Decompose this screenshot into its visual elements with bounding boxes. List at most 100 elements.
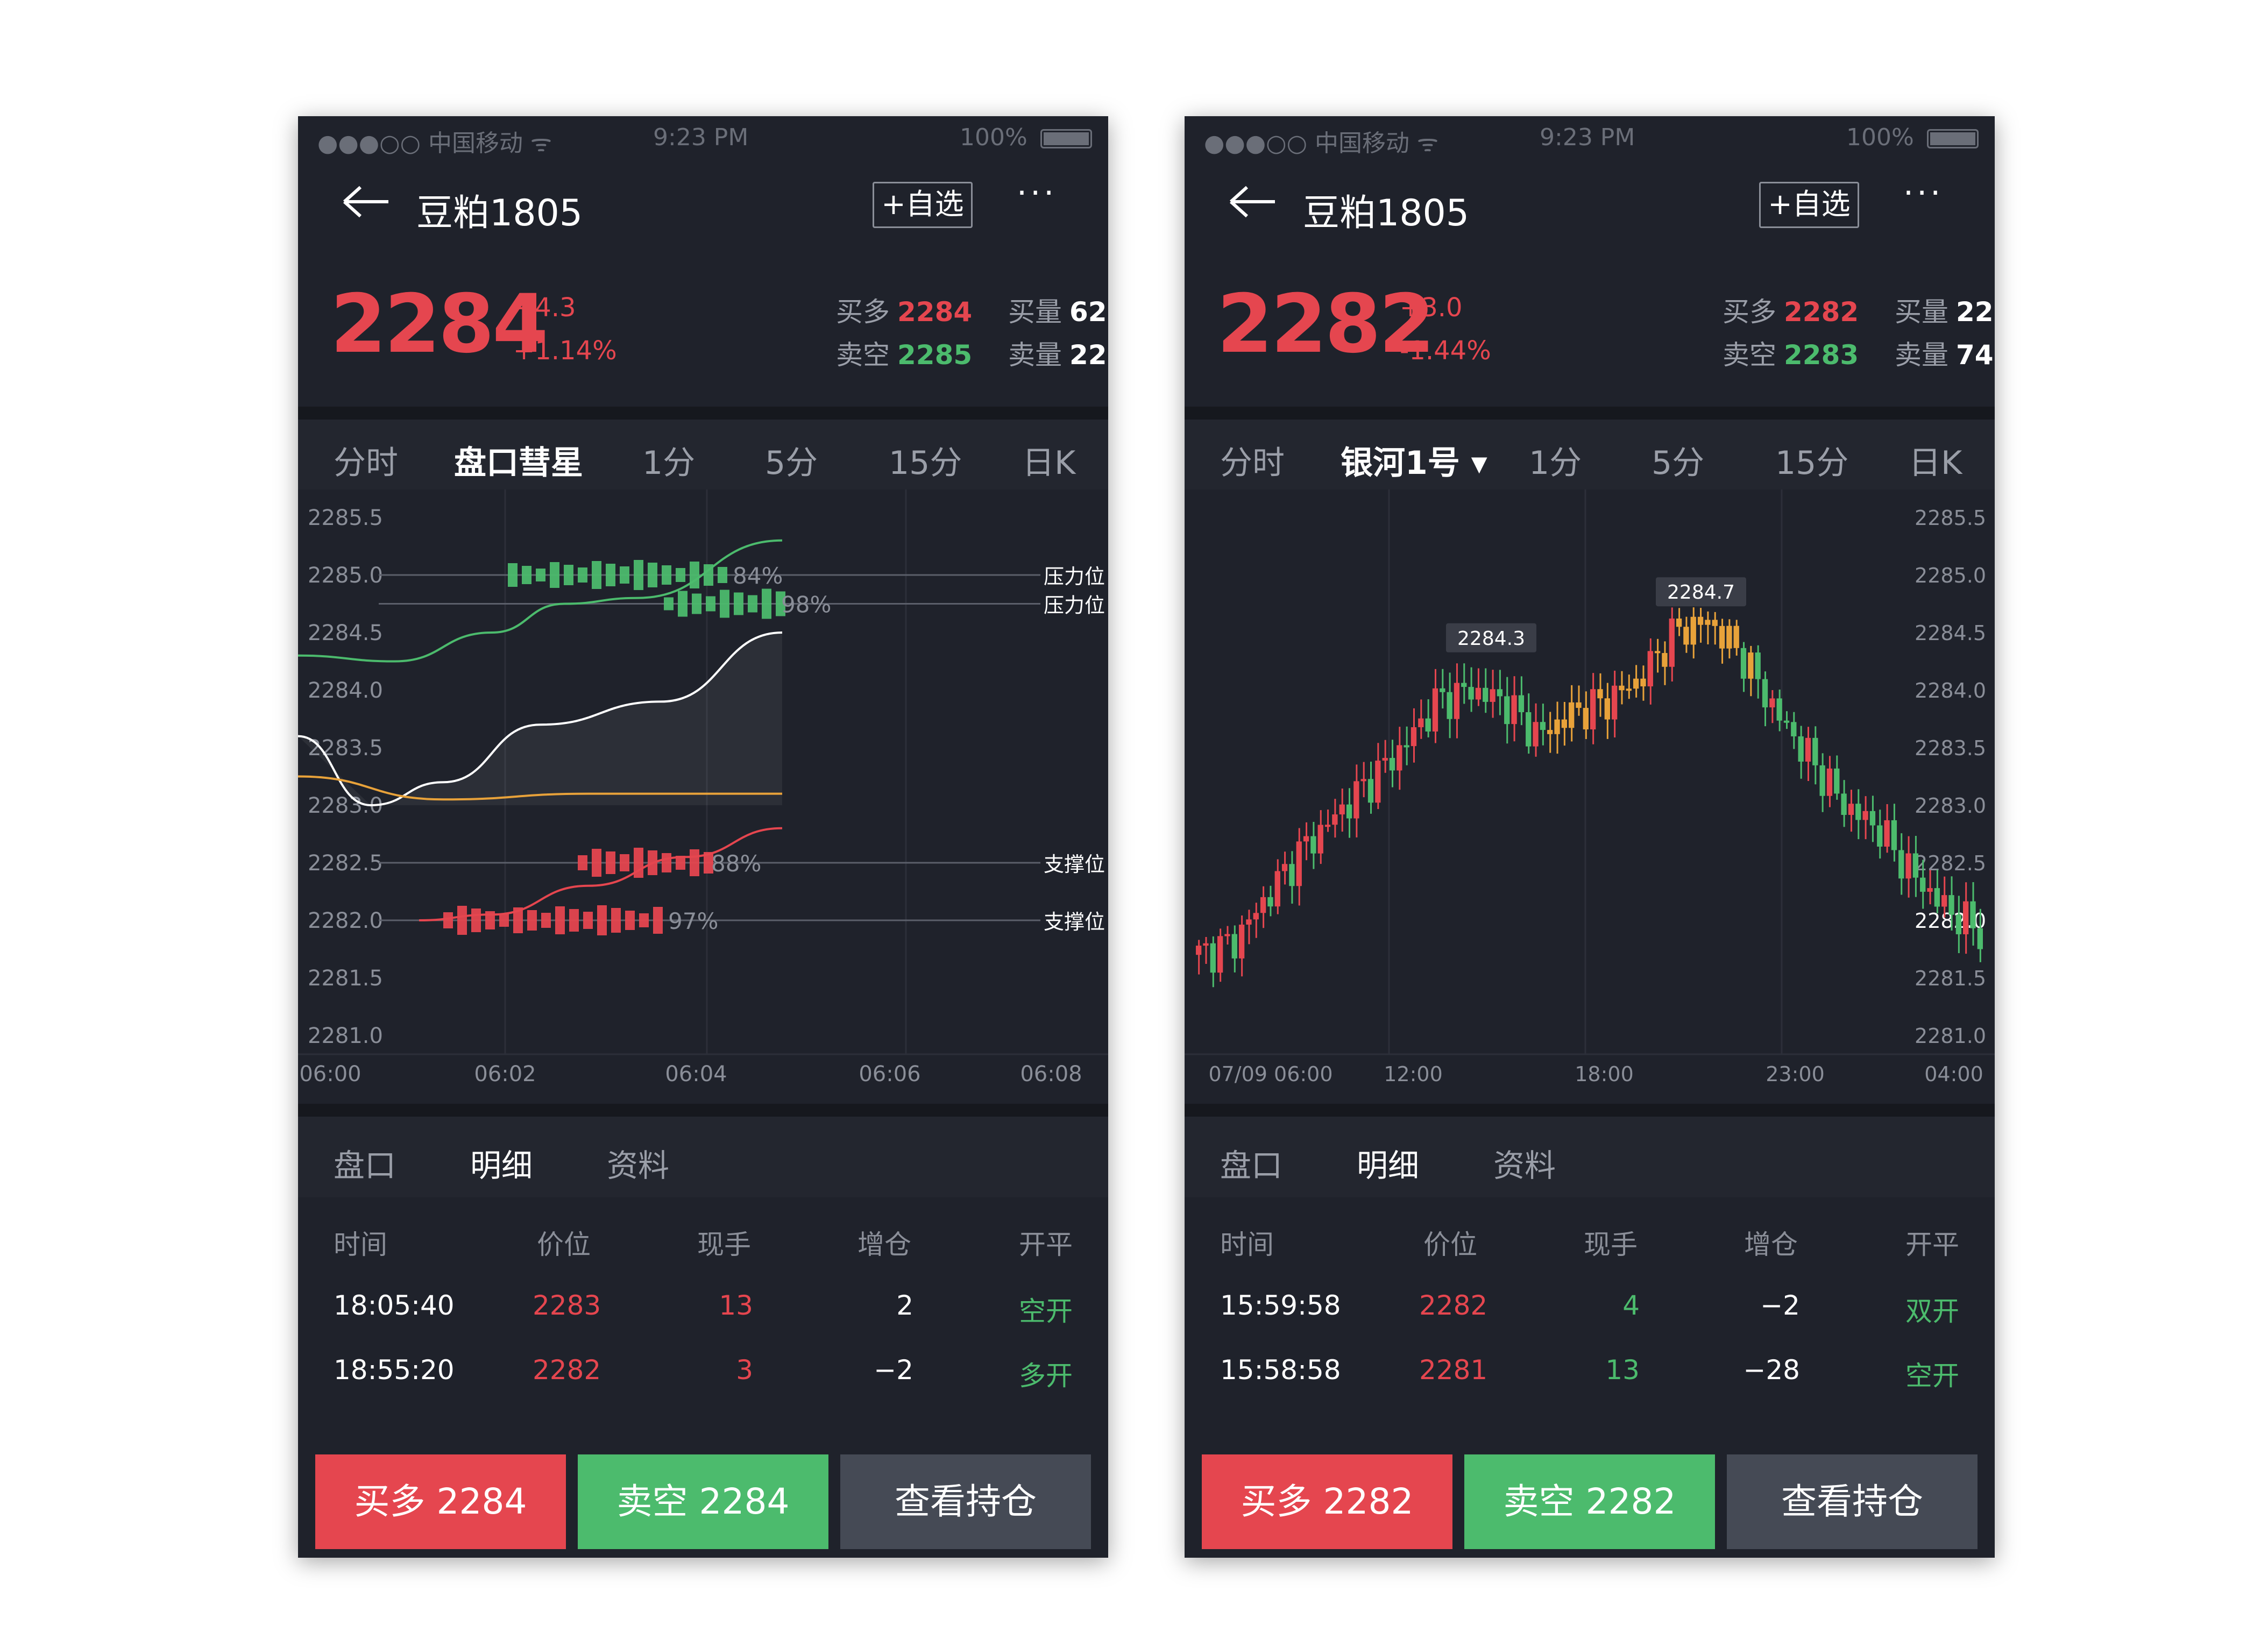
cell-volume: 4 <box>1622 1290 1640 1321</box>
trade-detail-table: 时间 价位 现手 增仓 开平 15:59:58 2282 4 −2 双开 15:… <box>1185 1197 1995 1439</box>
buy-long-button[interactable]: 买多 2282 <box>1202 1454 1452 1549</box>
sell-short-button[interactable]: 卖空 2284 <box>578 1454 828 1549</box>
back-arrow-icon[interactable] <box>1229 183 1277 221</box>
candle-body <box>1726 626 1732 649</box>
candle-body <box>1418 718 1424 727</box>
candle-body <box>1963 901 1969 934</box>
tab-details[interactable]: 明细 <box>1357 1140 1419 1185</box>
buy-quote-price: 2282 <box>1784 296 1859 328</box>
buy-quote: 买多 2284 <box>836 290 972 333</box>
sell-quote: 卖空 2283 <box>1723 333 1859 377</box>
more-icon[interactable]: ··· <box>1903 174 1944 212</box>
tab-info[interactable]: 资料 <box>1493 1140 1556 1185</box>
candle-body <box>1869 811 1876 826</box>
candle-body <box>1841 793 1847 815</box>
tab-timeshare[interactable]: 分时 <box>1220 437 1285 484</box>
cell-price: 2282 <box>1419 1290 1488 1321</box>
x-tick-label: 06:00 <box>299 1062 361 1087</box>
candle-body <box>1955 914 1962 934</box>
tab-timeshare[interactable]: 分时 <box>334 437 398 484</box>
candle-body <box>1367 779 1374 803</box>
y-tick-label: 2281.5 <box>308 966 383 991</box>
cell-oi-change: −2 <box>874 1354 913 1386</box>
y-tick-label: 2281.0 <box>1915 1024 1986 1048</box>
sell-short-button[interactable]: 卖空 2282 <box>1464 1454 1715 1549</box>
col-header-time: 时间 <box>1220 1229 1274 1260</box>
add-favorite-button[interactable]: +自选 <box>873 182 973 228</box>
sell-volume-value: 22 <box>1069 339 1107 371</box>
candle-body <box>1977 928 1983 949</box>
level-percent: 98% <box>781 592 831 618</box>
candle-body <box>1382 758 1388 761</box>
candle-body <box>1676 618 1682 627</box>
chart-canvas: 2285.52285.02284.52284.02283.52283.02282… <box>298 489 1108 1087</box>
price-chart[interactable]: 2285.5 2285.0 2284.5 2284.0 2283.5 2283.0 2282… <box>1185 489 1995 1103</box>
price-annotation-label: 2284.3 <box>1457 628 1525 650</box>
col-header-volume: 现手 <box>697 1229 751 1260</box>
back-arrow-icon[interactable] <box>342 183 391 221</box>
price-chart[interactable]: 2285.5 2285.0 2284.5 2284.0 2283.5 2283.0 2282… <box>298 489 1108 1103</box>
tab-daily-k[interactable]: 日K <box>1022 437 1075 484</box>
candle-body <box>1970 901 1976 928</box>
tab-1min[interactable]: 1分 <box>642 437 695 484</box>
tab-orderbook[interactable]: 盘口 <box>334 1140 396 1185</box>
tab-1min[interactable]: 1分 <box>1529 437 1582 484</box>
level-percent: 84% <box>733 563 783 589</box>
sell-volume: 卖量 74 <box>1895 333 1994 377</box>
candle-body <box>1733 626 1739 648</box>
candle-body <box>1561 719 1568 728</box>
contract-title: 豆粕1805 <box>416 192 583 235</box>
candle-body <box>1934 888 1940 907</box>
tab-5min[interactable]: 5分 <box>765 437 818 484</box>
candle-body <box>1397 745 1402 771</box>
add-favorite-button[interactable]: +自选 <box>1759 182 1859 228</box>
level-volume-bar <box>536 569 545 581</box>
level-label: 支撑位 <box>1044 910 1105 934</box>
candle-body <box>1877 825 1883 847</box>
candle-body <box>1238 925 1245 959</box>
candle-body <box>1662 653 1668 667</box>
view-positions-button[interactable]: 查看持仓 <box>840 1454 1091 1549</box>
tab-info[interactable]: 资料 <box>607 1140 669 1185</box>
tab-details[interactable]: 明细 <box>470 1140 533 1185</box>
candle-body <box>1267 897 1273 907</box>
status-time: 9:23 PM <box>1540 124 1635 151</box>
level-volume-bar <box>508 563 518 587</box>
buy-quote-label: 买多 <box>836 296 890 328</box>
cell-time: 15:58:58 <box>1220 1354 1341 1386</box>
candle-body <box>1826 768 1833 796</box>
candle-body <box>1440 688 1445 692</box>
price-annotation-label: 2284.7 <box>1667 581 1735 604</box>
candle-body <box>1626 688 1632 691</box>
action-buttons: 买多 2284 卖空 2284 查看持仓 <box>298 1444 1108 1558</box>
candle-body <box>1518 695 1525 713</box>
candle-body <box>1633 678 1639 689</box>
phone-screen-right: ●●●○○ 中国移动 ᯤ 9:23 PM 100% 豆粕1805 +自选 ···… <box>1185 116 1995 1558</box>
level-volume-bar <box>555 906 565 934</box>
level-volume-bar <box>653 907 663 934</box>
level-volume-bar <box>639 913 649 927</box>
tab-indicator[interactable]: 银河1号 ▾ <box>1341 437 1487 484</box>
level-volume-bar <box>611 908 621 933</box>
x-tick-label: 06:04 <box>665 1062 727 1087</box>
buy-long-button[interactable]: 买多 2284 <box>315 1454 566 1549</box>
more-icon[interactable]: ··· <box>1017 174 1057 212</box>
candle-body <box>1231 934 1237 959</box>
tab-15min[interactable]: 15分 <box>1775 437 1848 484</box>
sell-quote-label: 卖空 <box>836 339 890 371</box>
y-tick-label: 2284.0 <box>1915 679 1986 702</box>
candle-body <box>1798 736 1804 762</box>
y-tick-label: 2281.5 <box>1915 967 1986 990</box>
candle-body <box>1640 678 1646 687</box>
candle-body <box>1533 722 1539 747</box>
view-positions-button[interactable]: 查看持仓 <box>1727 1454 1978 1549</box>
battery-text: 100% <box>1846 124 1914 151</box>
tab-indicator[interactable]: 盘口彗星 <box>454 437 583 484</box>
tab-orderbook[interactable]: 盘口 <box>1220 1140 1282 1185</box>
tab-daily-k[interactable]: 日K <box>1909 437 1962 484</box>
candle-body <box>1317 825 1323 854</box>
chart-period-tabs: 分时 盘口彗星 1分 5分 15分 日K <box>298 420 1108 489</box>
tab-5min[interactable]: 5分 <box>1652 437 1704 484</box>
tab-15min[interactable]: 15分 <box>889 437 962 484</box>
y-tick-label: 2282.5 <box>1915 851 1986 875</box>
